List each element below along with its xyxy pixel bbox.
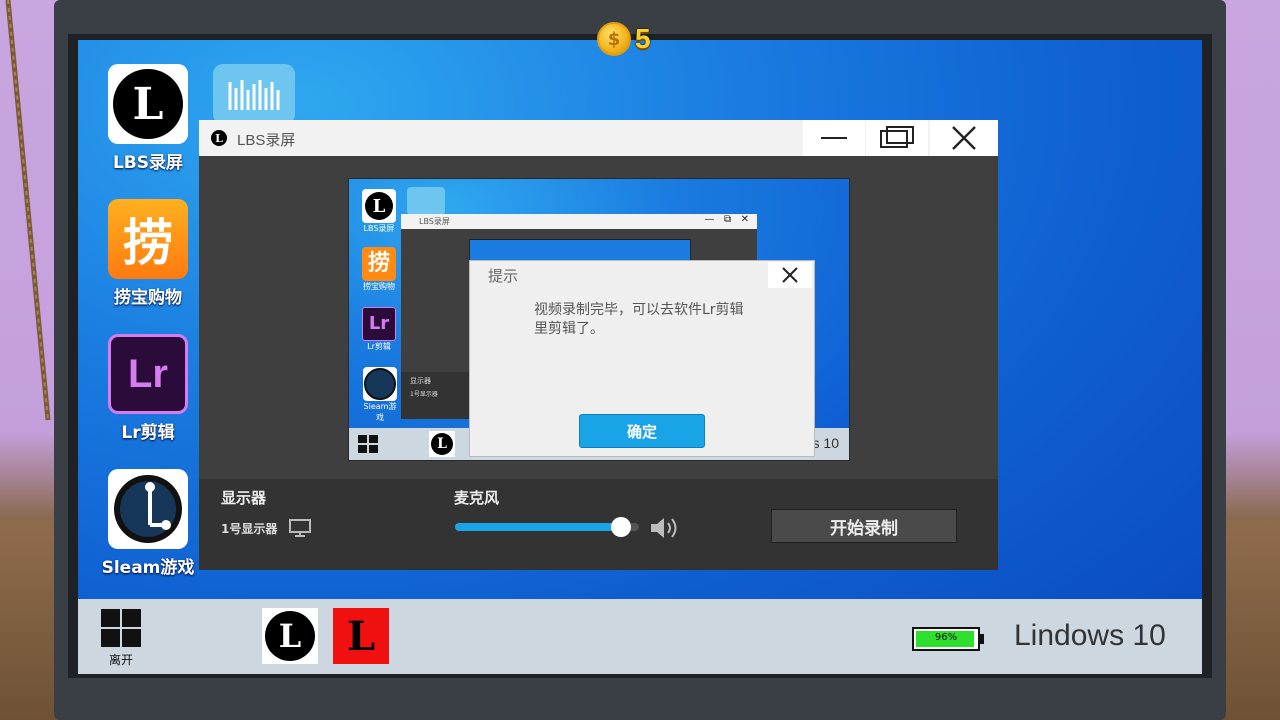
taskbar: 离开 L L 96% Lindows 10	[78, 599, 1202, 674]
preview-display-value: 1号显示器	[410, 391, 438, 398]
desktop-icon-label: Sleam游戏	[101, 558, 195, 578]
desktop-icon-label: 捞宝购物	[114, 288, 182, 308]
coin-icon: $	[597, 22, 631, 56]
preview-icon-lr: Lr Lr剪辑	[360, 307, 398, 352]
dialog-message: 视频录制完毕，可以去软件Lr剪辑里剪辑了。	[534, 302, 744, 337]
display-label: 显示器	[221, 489, 267, 507]
start-recording-button[interactable]: 开始录制	[771, 509, 957, 543]
app-logo-icon: L	[211, 130, 227, 146]
music-icon	[213, 64, 295, 124]
close-icon	[782, 267, 798, 283]
lbs-recording-icon: L	[346, 612, 376, 660]
preview-music-icon	[407, 187, 445, 215]
os-name: Lindows 10	[1014, 619, 1166, 652]
display-value: 1号显示器	[221, 521, 278, 536]
preview-icon-shopping: 捞 捞宝购物	[360, 247, 398, 292]
preview-icon-label: LBS录屏	[363, 224, 395, 233]
preview-windows-icon	[358, 435, 378, 453]
display-selector[interactable]: 1号显示器	[221, 519, 312, 537]
coin-count: 5	[635, 23, 651, 54]
preview-icon-label: 捞宝购物	[363, 282, 395, 291]
coin-symbol: $	[607, 28, 621, 50]
mic-volume-slider[interactable]	[455, 517, 639, 537]
desktop-icon-shopping[interactable]: 捞 捞宝购物	[98, 199, 198, 308]
desktop-icon-label: LBS录屏	[112, 153, 184, 173]
lbs-icon: L	[265, 611, 315, 661]
preview-icon-steam: Sleam游戏	[360, 367, 400, 423]
desktop-screen: L LBS录屏 捞 捞宝购物 Lr Lr剪辑 Sleam游戏 L LBS录屏 L…	[78, 40, 1202, 674]
shopping-icon: 捞	[108, 199, 188, 279]
preview-icon-lbs: L LBS录屏	[360, 189, 398, 234]
recorder-controls: 显示器 1号显示器 麦克风 开始录制	[199, 479, 998, 570]
preview-icon-label: Sleam游戏	[363, 402, 397, 422]
lbs-icon: L	[108, 64, 188, 144]
window-title: LBS录屏	[237, 132, 296, 149]
mic-volume-fill	[455, 523, 621, 531]
mic-volume-knob[interactable]	[610, 517, 631, 537]
desktop-icon-music[interactable]	[204, 64, 304, 124]
start-button[interactable]: 离开	[98, 607, 144, 668]
window-titlebar[interactable]: L LBS录屏	[199, 120, 998, 156]
start-label: 离开	[108, 653, 133, 667]
notice-dialog: 提示 视频录制完毕，可以去软件Lr剪辑里剪辑了。 确定	[469, 260, 815, 457]
dialog-close-button[interactable]	[768, 262, 812, 288]
rope	[5, 0, 51, 421]
mic-label: 麦克风	[454, 489, 500, 507]
coin-counter: $ 5	[597, 22, 651, 56]
windows-icon	[101, 609, 141, 647]
preview-icon-label: Lr剪辑	[367, 342, 391, 351]
desktop-icon-lr[interactable]: Lr Lr剪辑	[98, 334, 198, 443]
lr-icon: Lr	[108, 334, 188, 414]
preview-taskbar-text: s 10	[812, 435, 839, 451]
monitor-icon	[289, 519, 312, 537]
minimize-icon	[821, 137, 847, 139]
close-icon	[952, 126, 976, 150]
steam-icon	[108, 469, 188, 549]
restore-button[interactable]	[866, 120, 928, 156]
battery-indicator: 96%	[912, 627, 984, 651]
close-button[interactable]	[930, 120, 998, 156]
desktop-icon-steam[interactable]: Sleam游戏	[98, 469, 198, 578]
preview-display-label: 显示器	[410, 377, 431, 385]
preview-window-title: LBS录屏	[419, 217, 450, 226]
taskbar-lbs-recording-app[interactable]: L	[333, 608, 389, 664]
battery-text: 96%	[934, 632, 958, 643]
speaker-icon	[651, 518, 677, 538]
taskbar-lbs-app[interactable]: L	[262, 608, 318, 664]
minimize-button[interactable]	[803, 120, 865, 156]
desktop-icon-lbs[interactable]: L LBS录屏	[98, 64, 198, 173]
dialog-ok-button[interactable]: 确定	[579, 414, 705, 448]
dialog-title: 提示	[488, 267, 519, 285]
restore-icon	[880, 126, 914, 148]
desktop-icon-label: Lr剪辑	[121, 423, 175, 443]
